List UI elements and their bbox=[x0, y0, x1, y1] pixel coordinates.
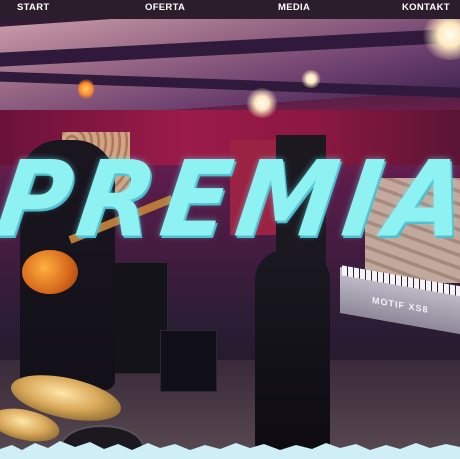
nav-item-kontakt[interactable]: KONTAKT bbox=[402, 2, 450, 13]
brand-title: PREMIA bbox=[0, 138, 460, 261]
ceiling-light bbox=[78, 78, 94, 100]
torn-paper-edge bbox=[0, 441, 460, 459]
ceiling-light bbox=[245, 88, 279, 118]
ceiling-light bbox=[300, 70, 322, 88]
musician bbox=[255, 250, 330, 450]
nav-item-oferta[interactable]: OFERTA bbox=[145, 2, 185, 13]
main-nav: START OFERTA MEDIA KONTAKT bbox=[0, 0, 460, 19]
nav-item-start[interactable]: START bbox=[17, 2, 49, 13]
nav-item-media[interactable]: MEDIA bbox=[278, 2, 310, 13]
page: MOTIF XS8 START OFERTA MEDIA KONTAKT PRE… bbox=[0, 0, 460, 459]
amplifier bbox=[160, 330, 217, 392]
amplifier bbox=[108, 262, 168, 374]
